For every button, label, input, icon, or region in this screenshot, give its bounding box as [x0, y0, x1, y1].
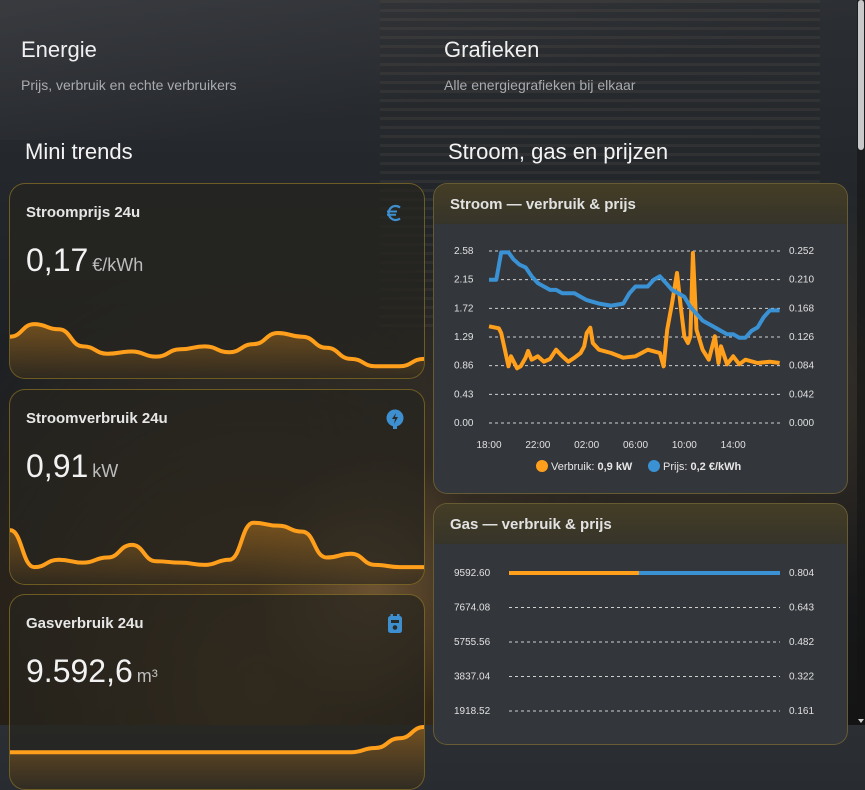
x-tick-label: 02:00 [574, 440, 599, 451]
y-right-tick-label: 0.322 [789, 672, 814, 683]
euro-icon [387, 204, 401, 222]
x-tick-label: 06:00 [623, 440, 648, 451]
grafieken-subtitle: Alle energiegrafieken bij elkaar [444, 77, 636, 93]
y-left-tick-label: 3837.04 [454, 672, 491, 683]
gas-graph-card[interactable]: Gas — verbruik & prijs 9592.60 0.804 7674.… [433, 503, 848, 745]
stroomverbruik-card[interactable]: Stroomverbruik 24u 0,91 kW [9, 389, 425, 585]
stroomverbruik-sparkline [10, 520, 424, 584]
y-right-tick-label: 0.210 [789, 275, 814, 286]
sparkline-area [10, 727, 424, 789]
grafieken-title: Grafieken [444, 37, 540, 62]
y-left-tick-label: 0.86 [454, 361, 474, 372]
sparkline-area [10, 522, 424, 584]
legend-label-verbruik: Verbruik: 0,9 kW [551, 461, 633, 473]
y-right-tick-label: 0.252 [789, 246, 814, 257]
value-unit: kW [92, 461, 119, 481]
mini-trends-heading: Mini trends [25, 139, 133, 164]
y-right-tick-label: 0.482 [789, 637, 814, 648]
x-tick-label: 10:00 [672, 440, 697, 451]
legend-marker-verbruik [536, 460, 548, 472]
y-right-tick-label: 0.804 [789, 568, 814, 579]
card-title: Stroomverbruik 24u [26, 410, 168, 427]
x-tick-label: 22:00 [525, 440, 550, 451]
gasverbruik-card[interactable]: Gasverbruik 24u 9.592,6 m³ [9, 594, 425, 790]
y-left-tick-label: 2.58 [454, 246, 474, 257]
energie-subtitle: Prijs, verbruik en echte verbruikers [21, 77, 237, 93]
y-left-tick-label: 0.43 [454, 389, 474, 400]
scrollbar-thumb[interactable] [858, 0, 864, 150]
sparkline-line [10, 520, 424, 570]
x-tick-label: 18:00 [476, 440, 501, 451]
graph-title: Gas — verbruik & prijs [450, 516, 612, 533]
stroomprijs-sparkline [10, 322, 424, 378]
y-right-tick-label: 0.168 [789, 303, 814, 314]
y-right-tick-label: 0.643 [789, 603, 814, 614]
y-left-tick-label: 1.72 [454, 303, 474, 314]
gasverbruik-sparkline [10, 725, 424, 789]
y-left-tick-label: 1918.52 [454, 706, 491, 717]
y-right-tick-label: 0.042 [789, 389, 814, 400]
card-value: 0,17 €/kWh [26, 242, 143, 279]
legend-marker-prijs [648, 460, 660, 472]
plug-icon [386, 409, 404, 429]
y-left-tick-label: 5755.56 [454, 637, 491, 648]
scroll-down-arrow-icon[interactable] [858, 719, 864, 723]
legend-label-prijs: Prijs: 0,2 €/kWh [663, 461, 742, 473]
energie-title: Energie [21, 37, 97, 62]
gas-chart[interactable]: 9592.60 0.804 7674.08 0.643 5755.56 0.482 3837… [434, 544, 847, 744]
y-right-tick-label: 0.126 [789, 332, 814, 343]
stroom-chart[interactable]: 2.58 0.252 2.15 0.210 1.72 0.168 1.29 0.126 0.86… [434, 224, 847, 493]
series-line-prijs [489, 250, 780, 340]
y-right-tick-label: 0.161 [789, 706, 814, 717]
y-left-tick-label: 9592.60 [454, 568, 491, 579]
y-right-tick-label: 0.000 [789, 418, 814, 429]
card-value: 0,91 kW [26, 448, 118, 485]
x-tick-label: 14:00 [721, 440, 746, 451]
card-title: Stroomprijs 24u [26, 204, 141, 221]
value-number: 0,91 [26, 448, 89, 484]
value-number: 0,17 [26, 242, 89, 278]
y-left-tick-label: 2.15 [454, 275, 474, 286]
graph-title: Stroom — verbruik & prijs [450, 196, 636, 213]
y-left-tick-label: 0.00 [454, 418, 474, 429]
sparkline-line [10, 725, 424, 755]
value-unit: €/kWh [92, 255, 144, 275]
stroom-graph-card[interactable]: Stroom — verbruik & prijs 2.58 0.252 2.15 0… [433, 183, 848, 494]
stroomprijs-card[interactable]: Stroomprijs 24u 0,17 €/kWh [9, 183, 425, 379]
stroom-gas-heading: Stroom, gas en prijzen [448, 139, 669, 164]
y-right-tick-label: 0.084 [789, 361, 814, 372]
y-left-tick-label: 1.29 [454, 332, 474, 343]
scrollbar[interactable] [857, 0, 865, 725]
y-left-tick-label: 7674.08 [454, 603, 491, 614]
series-line-verbruik [488, 251, 780, 371]
